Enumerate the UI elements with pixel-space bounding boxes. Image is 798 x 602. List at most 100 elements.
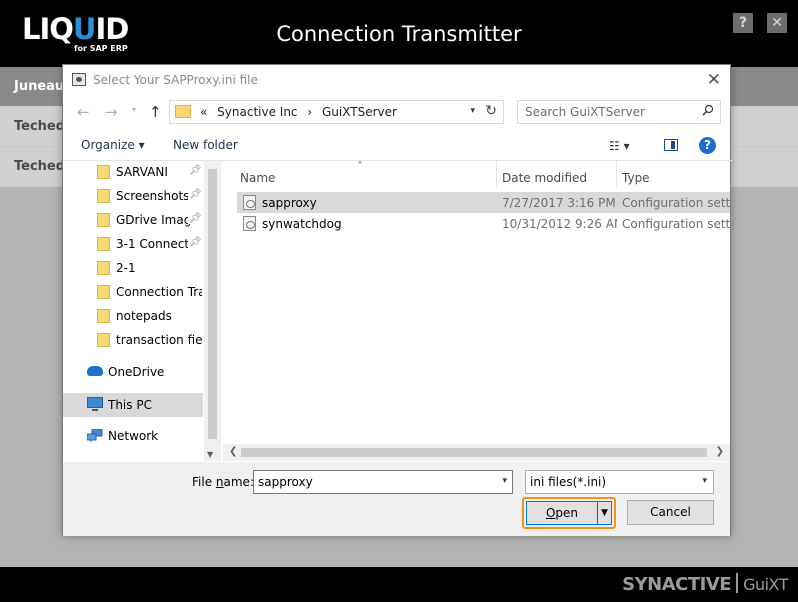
tree-item-label: Network — [108, 429, 159, 443]
open-split-dropdown-icon[interactable]: ▼ — [597, 501, 612, 525]
brand-product: GuiXT — [743, 575, 788, 594]
file-name-dropdown-icon[interactable]: ▾ — [502, 476, 507, 486]
help-icon[interactable]: ? — [699, 137, 716, 154]
dialog-footer: File name: sapproxy ▾ ini files(*.ini) ▾… — [63, 462, 730, 536]
search-box[interactable]: Search GuiXTServer — [517, 100, 721, 124]
cancel-button[interactable]: Cancel — [627, 500, 714, 525]
filter-dropdown-icon[interactable]: ▾ — [702, 476, 707, 486]
folder-icon — [97, 213, 110, 227]
forward-arrow-icon[interactable]: → — [105, 103, 118, 121]
pin-icon: 📌︎ — [188, 165, 202, 176]
tree-item-network[interactable]: Network — [63, 425, 203, 447]
file-name-label-post: ame: — [223, 475, 254, 489]
tree-item-label: transaction field — [116, 333, 202, 347]
breadcrumb-synactive-inc[interactable]: Synactive Inc — [217, 105, 297, 119]
tree-item-sarvani[interactable]: SARVANI 📌︎ — [63, 161, 203, 183]
breadcrumb-chevron-icon[interactable]: › — [307, 105, 312, 119]
navigation-pane: SARVANI 📌︎ Screenshots 📌︎ GDrive Images … — [63, 161, 203, 461]
tree-item-transaction-field[interactable]: transaction field — [63, 329, 203, 351]
tree-item-label: 2-1 — [116, 261, 136, 275]
pin-icon: 📌︎ — [188, 189, 202, 200]
column-header-type[interactable]: Type — [616, 161, 730, 193]
back-arrow-icon[interactable]: ← — [77, 103, 90, 121]
command-toolbar: Organize ▾ New folder ☷ ▾ ? — [63, 132, 730, 160]
up-arrow-icon[interactable]: ↑ — [149, 103, 162, 121]
network-icon — [87, 429, 103, 442]
app-footer: SYNACTIVE GuiXT — [0, 567, 798, 602]
dialog-close-icon[interactable]: ✕ — [707, 70, 721, 90]
file-date: 10/31/2012 9:26 AM — [502, 217, 617, 231]
computer-icon — [87, 397, 103, 411]
folder-icon — [97, 165, 110, 179]
search-icon — [702, 104, 714, 116]
dialog-app-icon — [72, 73, 86, 86]
column-header-date-modified[interactable]: Date modified — [496, 161, 616, 193]
open-button[interactable]: Open — [526, 501, 598, 525]
file-name: sapproxy — [262, 196, 317, 210]
navigation-bar: ← → ▾ ↑ « Synactive Inc › GuiXTServer ▾ … — [63, 98, 730, 128]
scroll-down-arrow-icon[interactable]: ▼ — [207, 450, 213, 459]
breadcrumb-guixtserver[interactable]: GuiXTServer — [322, 105, 397, 119]
new-folder-button[interactable]: New folder — [173, 138, 238, 152]
tree-item-label: Connection Tran — [116, 285, 202, 299]
file-name-label: File name: — [192, 475, 254, 489]
folder-icon — [97, 309, 110, 323]
folder-icon — [97, 237, 110, 251]
list-horizontal-scrollbar[interactable]: ❮ ❯ — [223, 444, 730, 461]
list-scroll-thumb[interactable] — [241, 448, 707, 457]
dialog-title: Select Your SAPProxy.ini file — [93, 73, 258, 87]
app-header: LIQUID for SAP ERP Connection Transmitte… — [0, 0, 798, 67]
open-file-dialog: Select Your SAPProxy.ini file ✕ ← → ▾ ↑ … — [62, 64, 732, 536]
folder-icon — [97, 189, 110, 203]
tree-item-screenshots[interactable]: Screenshots 📌︎ — [63, 185, 203, 207]
search-placeholder: Search GuiXTServer — [525, 105, 645, 119]
tree-item-onedrive[interactable]: OneDrive — [63, 361, 203, 383]
refresh-icon[interactable]: ↻ — [485, 103, 497, 119]
address-bar[interactable]: « Synactive Inc › GuiXTServer ▾ ↻ — [169, 100, 504, 124]
file-type: Configuration sett... — [622, 217, 730, 231]
folder-icon — [97, 285, 110, 299]
file-date: 7/27/2017 3:16 PM — [502, 196, 616, 210]
file-name-label-pre: File — [192, 475, 216, 489]
file-row-synwatchdog[interactable]: synwatchdog 10/31/2012 9:26 AM Configura… — [237, 213, 730, 234]
open-button-highlight: Open ▼ — [522, 497, 616, 529]
pin-icon: 📌︎ — [188, 237, 202, 248]
scroll-right-arrow-icon[interactable]: ❯ — [716, 446, 724, 457]
folder-icon — [97, 333, 110, 347]
config-file-icon — [243, 195, 256, 210]
scroll-left-arrow-icon[interactable]: ❮ — [229, 446, 237, 457]
file-name: synwatchdog — [262, 217, 342, 231]
file-type: Configuration sett... — [622, 196, 730, 210]
folder-icon — [175, 105, 191, 118]
pin-icon: 📌︎ — [188, 213, 202, 224]
tree-item-label: notepads — [116, 309, 172, 323]
organize-button[interactable]: Organize ▾ — [81, 138, 145, 152]
file-name-value: sapproxy — [258, 475, 313, 489]
address-dropdown-icon[interactable]: ▾ — [470, 106, 475, 116]
tree-item-this-pc[interactable]: This PC — [63, 393, 203, 417]
close-app-button[interactable]: ✕ — [767, 13, 787, 33]
folder-icon — [97, 261, 110, 275]
tree-item-connection-tran[interactable]: Connection Tran — [63, 281, 203, 303]
help-button[interactable]: ? — [733, 13, 753, 33]
file-row-sapproxy[interactable]: sapproxy 7/27/2017 3:16 PM Configuration… — [237, 192, 730, 213]
dialog-titlebar: Select Your SAPProxy.ini file ✕ — [63, 65, 730, 95]
tree-item-notepads[interactable]: notepads — [63, 305, 203, 327]
breadcrumb-overflow[interactable]: « — [200, 105, 207, 119]
file-name-input[interactable]: sapproxy ▾ — [253, 470, 513, 494]
file-type-filter-select[interactable]: ini files(*.ini) ▾ — [525, 470, 714, 494]
view-options-icon[interactable]: ☷ ▾ — [609, 139, 630, 153]
tree-item-label: This PC — [108, 398, 152, 412]
tree-item-3-1-connection[interactable]: 3-1 Connection 📌︎ — [63, 233, 203, 255]
column-header-name[interactable]: Name — [227, 161, 496, 193]
config-file-icon — [243, 216, 256, 231]
onedrive-icon — [87, 366, 103, 376]
app-title: Connection Transmitter — [276, 22, 522, 46]
tree-scroll-thumb[interactable] — [208, 169, 217, 439]
recent-dropdown-icon[interactable]: ▾ — [132, 105, 136, 114]
preview-pane-icon[interactable] — [664, 139, 678, 151]
tree-vertical-scrollbar[interactable]: ▼ — [204, 161, 221, 461]
file-type-filter-value: ini files(*.ini) — [530, 475, 607, 489]
tree-item-2-1[interactable]: 2-1 — [63, 257, 203, 279]
tree-item-gdrive-images[interactable]: GDrive Images 📌︎ — [63, 209, 203, 231]
